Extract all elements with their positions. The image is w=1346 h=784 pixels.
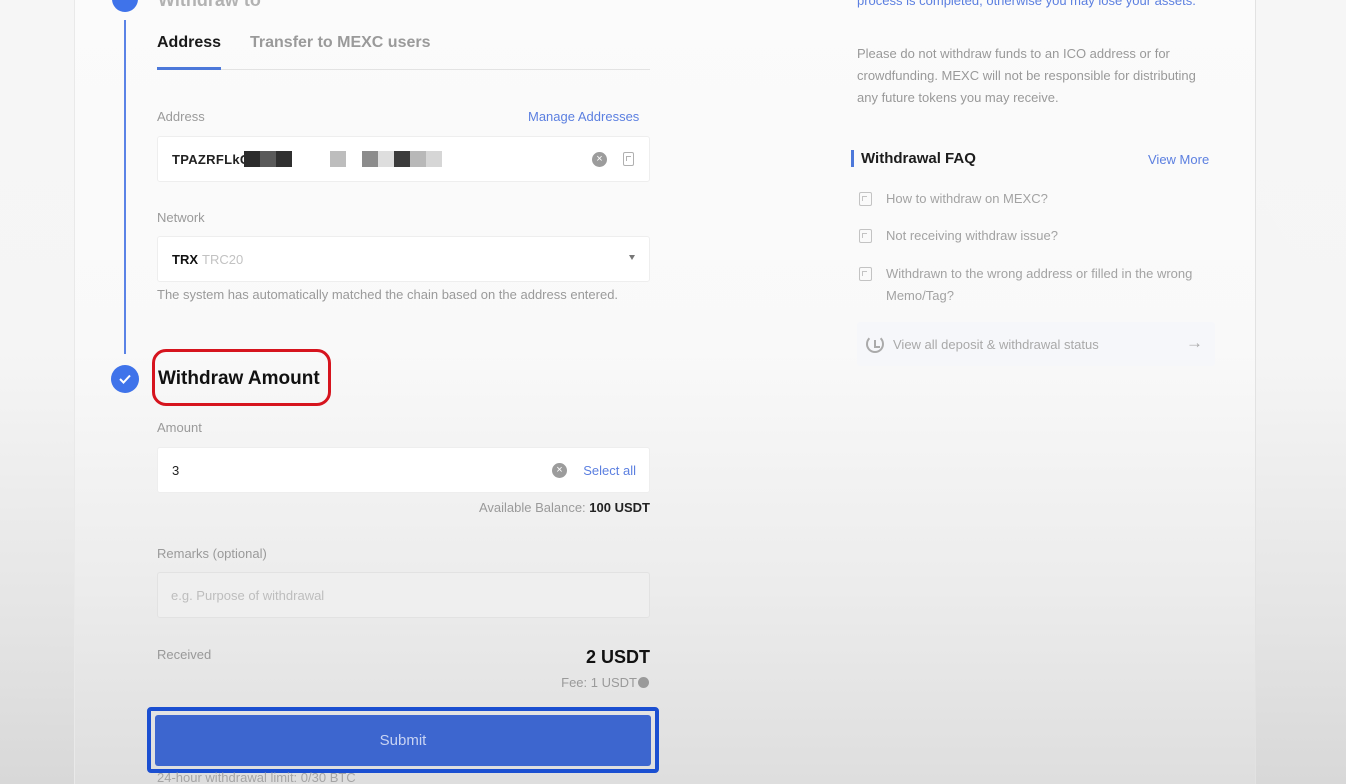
- arrow-right-icon: →: [1186, 333, 1203, 352]
- paste-address-icon[interactable]: [623, 152, 634, 166]
- history-clock-icon: [866, 335, 884, 353]
- faq-item[interactable]: Not receiving withdraw issue?: [858, 225, 1198, 247]
- fee-text: Fee: 1 USDT: [561, 675, 649, 690]
- remarks-input[interactable]: [158, 573, 649, 617]
- notice-link-text[interactable]: process is completed, otherwise you may …: [857, 0, 1207, 11]
- withdrawal-limit-text: 24-hour withdrawal limit: 0/30 BTC: [157, 770, 356, 784]
- network-select[interactable]: TRX TRC20: [157, 236, 650, 282]
- faq-item[interactable]: Withdrawn to the wrong address or filled…: [858, 263, 1198, 307]
- chevron-down-icon: [629, 255, 635, 260]
- document-icon: [859, 192, 872, 206]
- faq-item-label: How to withdraw on MEXC?: [886, 191, 1048, 206]
- amount-value: 3: [172, 463, 180, 478]
- step-title-withdraw-amount: Withdraw Amount: [158, 368, 320, 389]
- faq-view-more-link[interactable]: View More: [1148, 152, 1209, 167]
- remarks-label: Remarks (optional): [157, 546, 267, 561]
- network-selected-main: TRX: [172, 252, 198, 267]
- tab-address[interactable]: Address: [157, 34, 222, 70]
- select-all-button[interactable]: Select all: [583, 463, 636, 478]
- step-connector-line: [124, 20, 126, 354]
- step-title-withdraw-to: Withdraw to: [158, 0, 261, 10]
- fee-value: Fee: 1 USDT: [561, 675, 637, 690]
- faq-title: Withdrawal FAQ: [851, 150, 976, 167]
- address-value: TPAZRFLkG: [172, 152, 251, 167]
- view-all-status-link[interactable]: View all deposit & withdrawal status →: [857, 322, 1215, 366]
- document-icon: [859, 267, 872, 281]
- tab-transfer-to-mexc-users[interactable]: Transfer to MEXC users: [250, 34, 431, 52]
- notice-ico-text: Please do not withdraw funds to an ICO a…: [857, 46, 1196, 105]
- step-indicator-withdraw-amount: [111, 365, 139, 393]
- clear-amount-icon[interactable]: ×: [552, 463, 567, 478]
- faq-item-label: Withdrawn to the wrong address or filled…: [886, 266, 1193, 303]
- page-panel: [74, 0, 1256, 784]
- clear-address-icon[interactable]: ×: [592, 152, 607, 167]
- available-balance-label: Available Balance:: [478, 500, 586, 515]
- manage-addresses-link[interactable]: Manage Addresses: [528, 109, 639, 124]
- check-icon: [119, 374, 131, 384]
- withdraw-method-tabs: Address Transfer to MEXC users: [157, 30, 650, 70]
- submit-button[interactable]: Submit: [155, 715, 651, 766]
- received-value: 2 USDT: [585, 647, 650, 667]
- received-label: Received: [157, 647, 212, 662]
- network-selected-sub: TRC20: [202, 252, 244, 267]
- amount-input[interactable]: 3 × Select all: [157, 447, 650, 493]
- info-icon[interactable]: [638, 677, 649, 688]
- document-icon: [859, 229, 872, 243]
- available-balance-value: 100 USDT: [589, 500, 650, 515]
- address-label: Address: [157, 109, 205, 124]
- amount-label: Amount: [157, 420, 202, 435]
- faq-item[interactable]: How to withdraw on MEXC?: [858, 188, 1198, 210]
- faq-item-label: Not receiving withdraw issue?: [886, 228, 1058, 243]
- available-balance: Available Balance: 100 USDT: [479, 500, 650, 515]
- network-hint: The system has automatically matched the…: [157, 287, 619, 302]
- remarks-field[interactable]: [157, 572, 650, 618]
- address-input[interactable]: TPAZRFLkG ×: [157, 136, 650, 182]
- network-label: Network: [157, 210, 205, 225]
- view-all-status-label: View all deposit & withdrawal status: [893, 337, 1099, 352]
